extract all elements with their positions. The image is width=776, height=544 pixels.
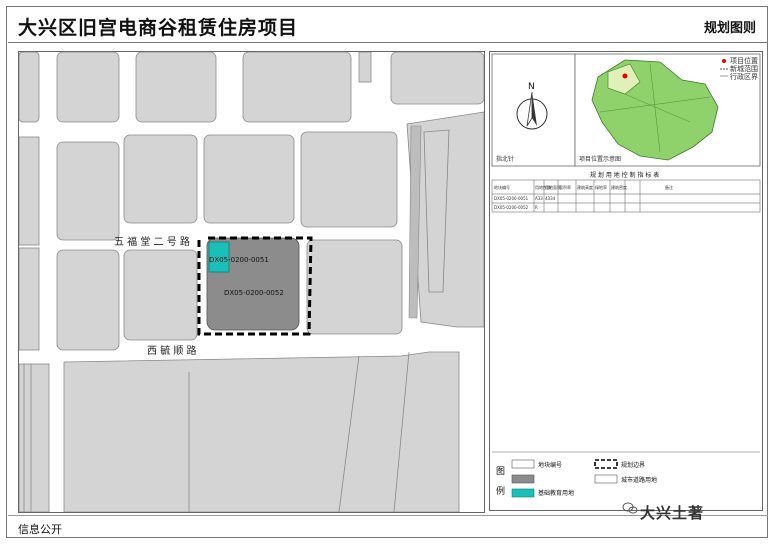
parcel-main-label: DX05-0200-0052: [224, 289, 284, 297]
project-location-marker: [622, 73, 628, 79]
page-title: 大兴区旧宫电商谷租赁住房项目: [18, 17, 299, 39]
th-7: 建筑密度: [611, 184, 627, 190]
street-north-label: 五 福 堂 二 号 路: [114, 235, 190, 248]
wechat-icon: [622, 502, 638, 514]
location-legend-2: 新城范围: [730, 64, 758, 73]
info-panel: N 指北针 项目位置 新城范围 行政区界 项目位置示意图 规 划 用 地 控 制…: [489, 51, 763, 511]
th-5: 建筑高度: [577, 184, 593, 190]
th-8: 备注: [665, 184, 673, 190]
header-divider: [8, 42, 768, 43]
th-4: 容积率: [559, 184, 571, 190]
location-caption: 项目位置示意图: [579, 155, 621, 163]
legend-title-1: 图: [496, 466, 505, 477]
legend-item-2: 规划边界: [621, 461, 645, 469]
planning-parcel: [197, 236, 313, 336]
legend-item-1: 地块编号: [538, 461, 562, 469]
lower-city-blocks: [19, 351, 460, 512]
legend-item-3: 城市道路用地: [621, 476, 657, 484]
legend-location-icon: [722, 59, 726, 63]
table-title: 规 划 用 地 控 制 指 标 表: [590, 171, 659, 179]
parcel-number-swatch-icon: [511, 459, 535, 469]
info-panel-canvas: N 指北针 项目位置 新城范围 行政区界 项目位置示意图 规 划 用 地 控 制…: [491, 53, 761, 498]
location-legend-3: 行政区界: [730, 72, 758, 81]
td-2-1: DX05-0200-0052: [494, 205, 529, 210]
watermark-text: 大兴土著: [640, 504, 705, 522]
parcel-small-label: DX05-0200-0051: [209, 256, 269, 264]
th-6: 绿地率: [595, 184, 607, 190]
compass-caption: 指北针: [496, 155, 514, 163]
td-1-1: DX05-0200-0051: [494, 196, 529, 201]
figure-type-label: 规划图则: [703, 21, 756, 36]
road-swatch-icon: [594, 474, 618, 484]
north-label: N: [528, 82, 535, 92]
education-swatch-icon: [511, 488, 535, 498]
map-canvas: 五 福 堂 二 号 路 西 毓 顺 路 DX05-0200-0051 DX05-…: [19, 52, 484, 512]
td-1-2: A33: [535, 196, 543, 201]
footer-label: 信息公开: [18, 523, 62, 536]
td-2-2: R: [535, 205, 538, 210]
legend-item-4: 基础教育用地: [538, 489, 574, 497]
land-use-swatch-icon: [511, 474, 535, 484]
legend-title-2: 例: [496, 485, 505, 497]
location-legend-1: 项目位置: [730, 56, 758, 65]
street-south-label: 西 毓 顺 路: [147, 344, 197, 357]
td-1-3: 4334: [545, 196, 556, 201]
planning-map: 五 福 堂 二 号 路 西 毓 顺 路 DX05-0200-0051 DX05-…: [18, 51, 485, 513]
dashed-boundary-swatch-icon: [594, 459, 618, 469]
th-1: 地块编号: [494, 184, 510, 190]
